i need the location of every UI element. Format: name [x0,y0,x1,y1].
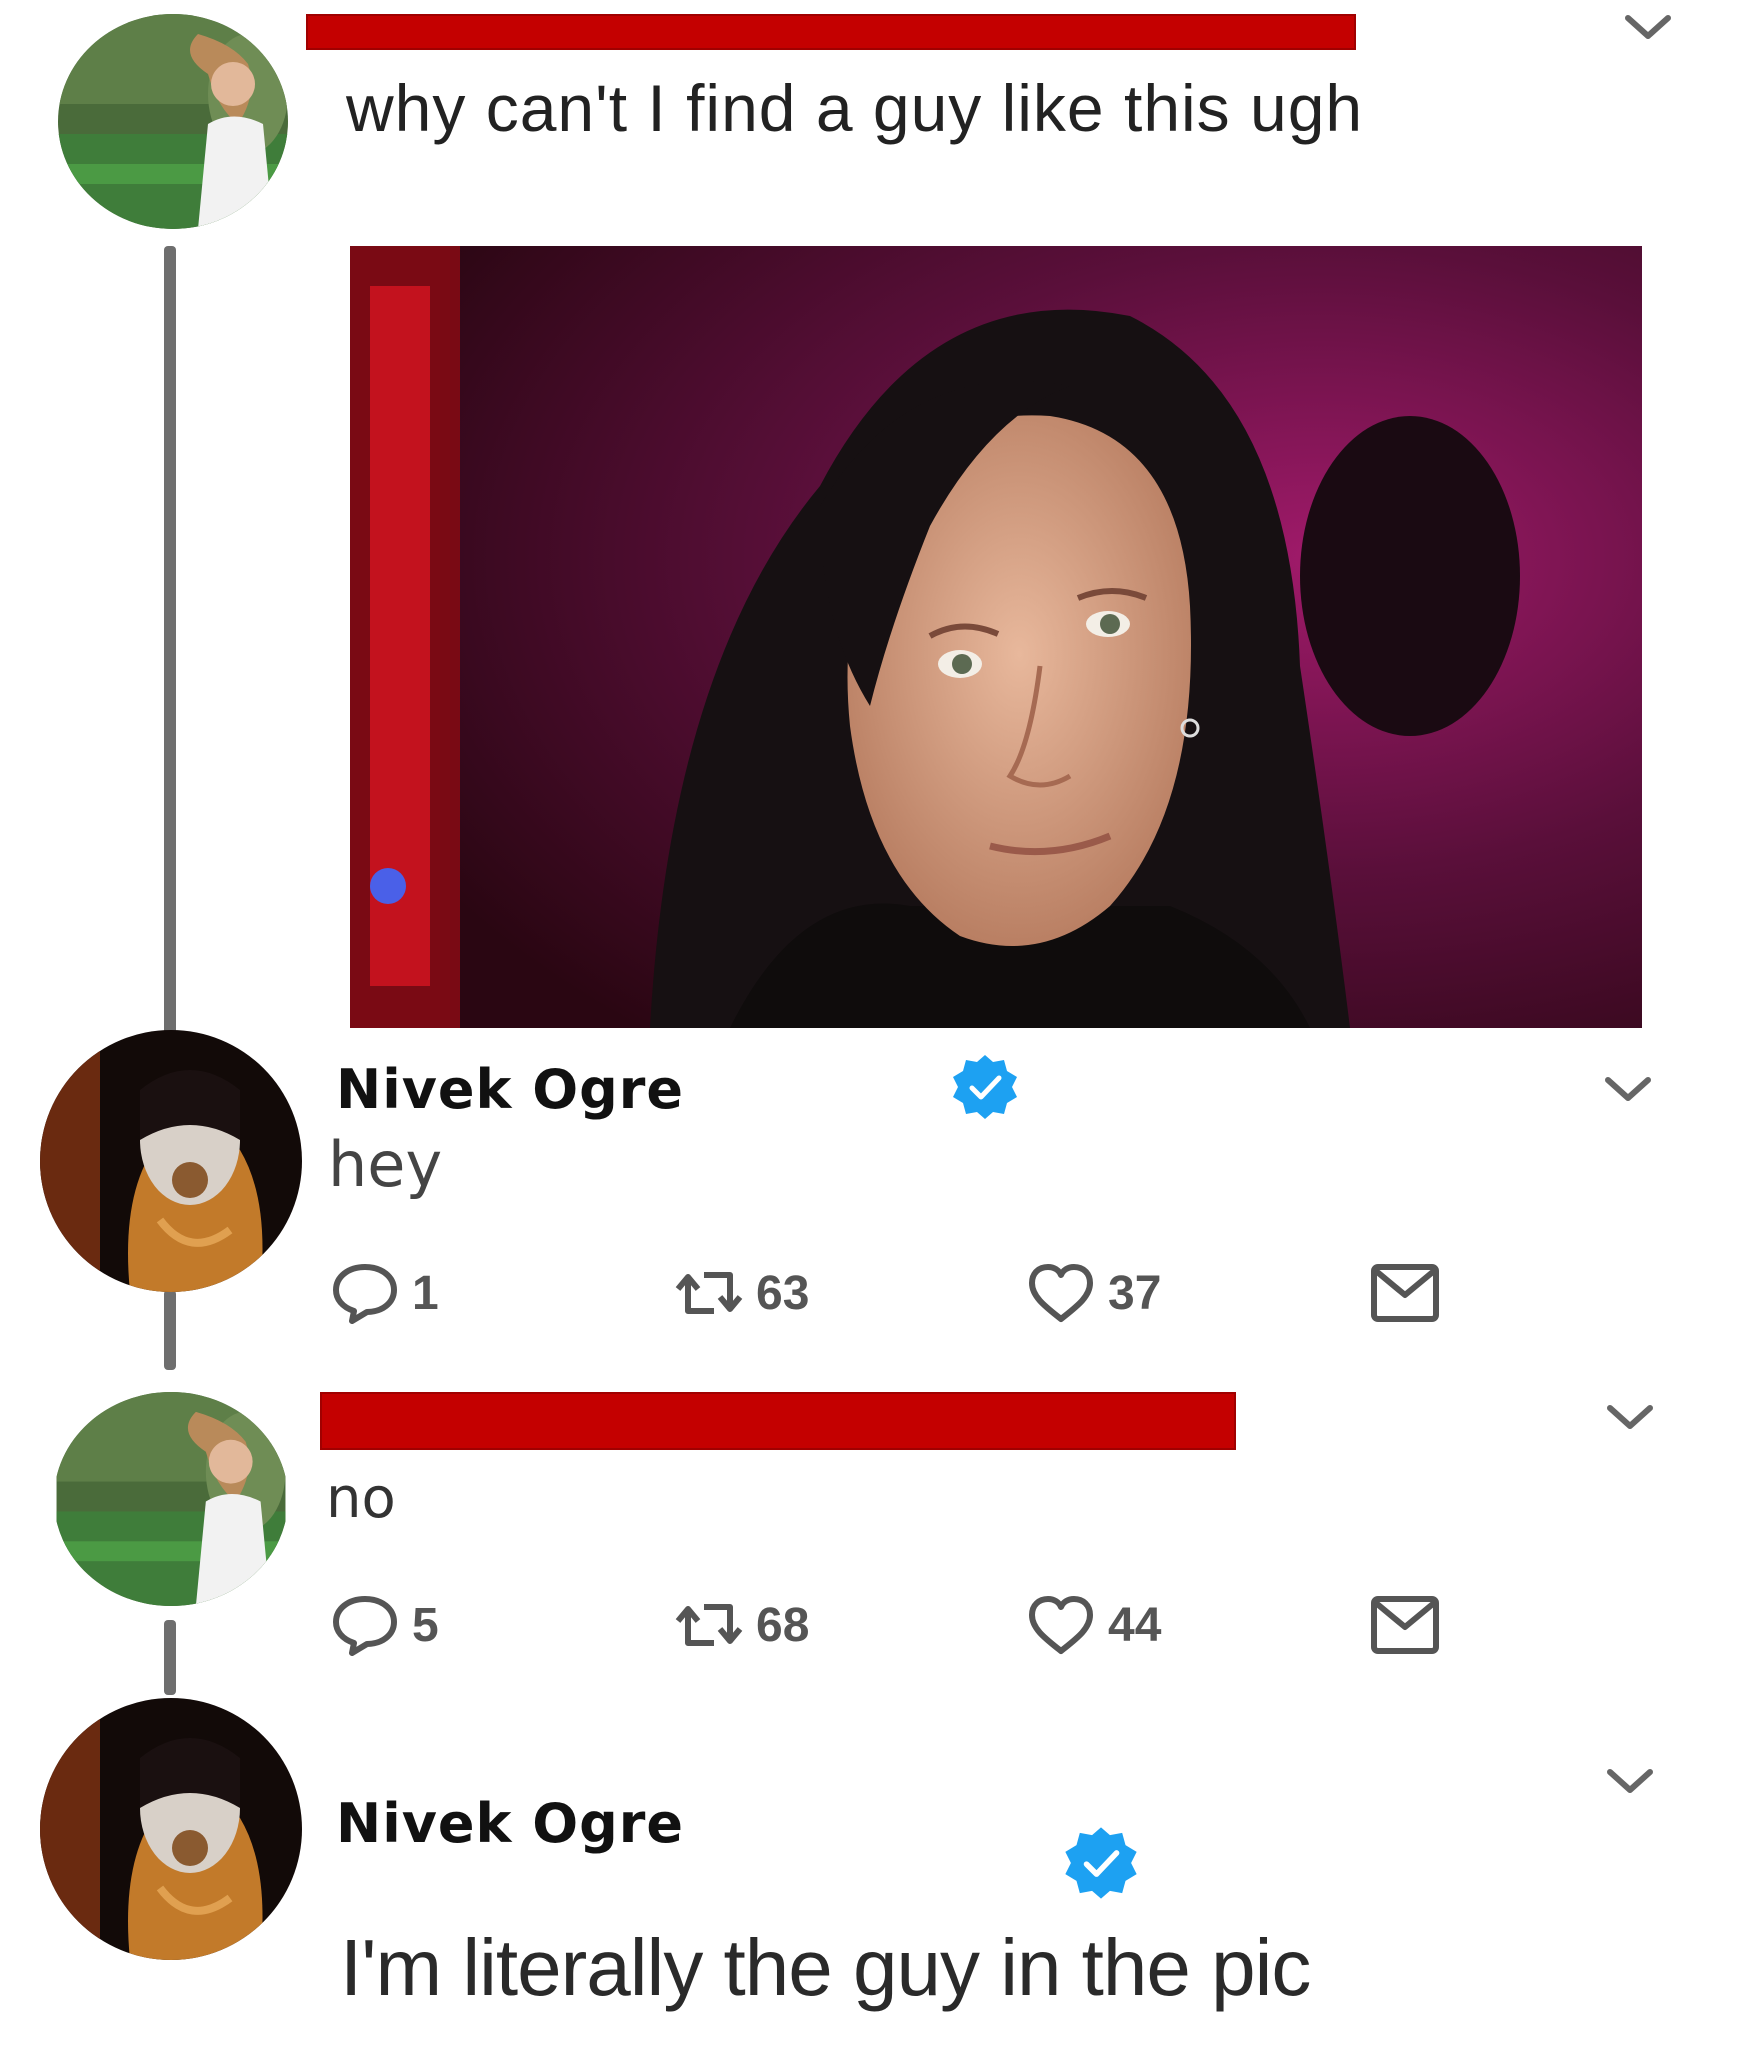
tweet-text: no [326,1466,396,1531]
like-button[interactable]: 37 [1026,1258,1161,1328]
thread-connector-3 [164,1620,176,1695]
photo-image [350,246,1642,1028]
like-count: 44 [1108,1598,1162,1652]
display-name[interactable]: Nivek Ogre [336,1792,684,1855]
avatar-ogre-image [40,1698,302,1960]
redacted-username-bar [320,1392,1236,1450]
like-count: 37 [1108,1266,1162,1320]
like-button[interactable]: 44 [1026,1590,1161,1660]
verified-badge-icon [1062,1824,1140,1902]
message-icon [1371,1264,1439,1322]
like-icon [1029,1264,1093,1322]
like-icon [1029,1596,1093,1654]
tweet-text: hey [328,1128,443,1201]
retweet-count: 68 [756,1598,810,1652]
redacted-username-bar [306,14,1356,50]
avatar-woman-image [56,1392,286,1606]
message-button[interactable] [1370,1258,1440,1328]
chevron-down-icon[interactable] [1622,10,1674,44]
thread-connector-2 [164,1290,176,1370]
reply-button[interactable]: 1 [330,1258,439,1328]
chevron-down-icon[interactable] [1604,1400,1656,1434]
chevron-down-icon[interactable] [1604,1764,1656,1798]
tweet-text: I'm literally the guy in the pic [340,1923,1311,2012]
reply-count: 5 [412,1598,439,1652]
retweet-button[interactable]: 68 [674,1590,809,1660]
avatar-user-1[interactable] [54,1392,288,1606]
avatar-nivek-ogre[interactable] [40,1698,302,1960]
display-name[interactable]: Nivek Ogre [336,1058,684,1121]
reply-icon [333,1264,397,1324]
verified-badge-icon [950,1052,1020,1122]
tweet-photo[interactable] [350,246,1642,1028]
avatar-user-1[interactable] [58,14,288,229]
tweet-text: why can't I find a guy like this ugh [346,71,1364,145]
retweet-icon [675,1272,743,1314]
message-icon [1371,1596,1439,1654]
reply-button[interactable]: 5 [330,1590,439,1660]
avatar-nivek-ogre[interactable] [40,1030,302,1292]
retweet-count: 63 [756,1266,810,1320]
message-button[interactable] [1370,1590,1440,1660]
reply-icon [333,1596,397,1656]
chevron-down-icon[interactable] [1602,1072,1654,1106]
retweet-icon [675,1604,743,1646]
thread-connector-1 [164,246,176,1036]
avatar-ogre-image [40,1030,302,1292]
retweet-button[interactable]: 63 [674,1258,809,1328]
reply-count: 1 [412,1266,439,1320]
avatar-woman-image [58,14,288,229]
